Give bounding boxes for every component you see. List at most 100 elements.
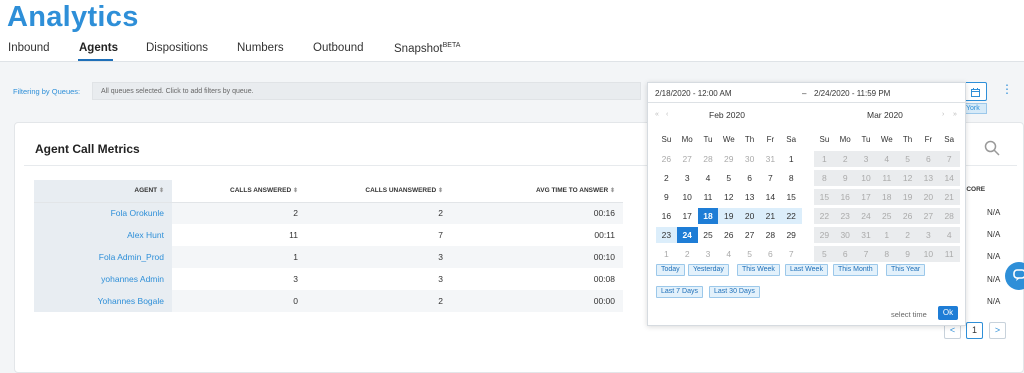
weekday-label: Th [744, 135, 755, 144]
tab-agents[interactable]: Agents [79, 42, 118, 54]
select-time-link[interactable]: select time [891, 310, 927, 319]
next-year-icon[interactable]: » [953, 111, 957, 118]
calendar-day[interactable]: 13 [739, 189, 760, 205]
calendar-day[interactable]: 17 [677, 208, 698, 224]
agent-link[interactable]: yohannes Admin [34, 268, 172, 290]
calendar-day[interactable]: 18 [697, 208, 719, 224]
column-header-avg-time[interactable]: AVG TIME TO ANSWER ⬍ [451, 180, 623, 203]
calendar-day[interactable]: 27 [677, 151, 698, 167]
agent-link[interactable]: Fola Orokunle [34, 202, 172, 224]
calendar-day[interactable]: 29 [718, 151, 739, 167]
pager-next-button[interactable]: > [989, 322, 1006, 339]
calendar-day[interactable]: 4 [698, 170, 719, 186]
tab-snapshot[interactable]: SnapshotBETA [394, 42, 460, 55]
calendar-day[interactable]: 21 [759, 208, 781, 224]
kebab-icon[interactable]: ⋮ [1001, 83, 1013, 95]
calendar-day[interactable]: 11 [698, 189, 719, 205]
calendar-day[interactable]: 24 [676, 227, 698, 243]
calendar-day[interactable]: 12 [718, 189, 739, 205]
calendar-day[interactable]: 6 [760, 246, 781, 262]
calendar-day[interactable]: 2 [656, 170, 677, 186]
calendar-day[interactable]: 19 [718, 208, 740, 224]
quick-range-yesterday[interactable]: Yesterday [688, 264, 729, 276]
search-icon[interactable] [984, 140, 1000, 156]
quick-range-this-month[interactable]: This Month [833, 264, 878, 276]
calendar-day: 6 [917, 151, 939, 167]
calendar-day: 31 [855, 227, 877, 243]
calendar-day[interactable]: 3 [698, 246, 719, 262]
calendar-day: 20 [917, 189, 939, 205]
prev-month-icon[interactable]: ‹ [666, 111, 668, 118]
tab-dispositions[interactable]: Dispositions [146, 42, 208, 54]
date-range-button[interactable] [963, 82, 987, 101]
queue-filter-input[interactable]: All queues selected. Click to add filter… [92, 82, 641, 100]
column-header-calls-answered[interactable]: CALLS ANSWERED ⬍ [172, 180, 306, 203]
agent-link[interactable]: Alex Hunt [34, 224, 172, 246]
avg-time-cell: 00:16 [451, 202, 623, 224]
weekday-label: Mo [681, 135, 693, 144]
quick-range-this-year[interactable]: This Year [886, 264, 926, 276]
start-date-input[interactable]: 2/18/2020 - 12:00 AM [655, 89, 732, 98]
column-header-calls-unanswered[interactable]: CALLS UNANSWERED ⬍ [306, 180, 451, 203]
quick-range-last-30-days[interactable]: Last 30 Days [709, 286, 760, 298]
timezone-badge[interactable]: York [963, 103, 987, 114]
table-row: Fola Orokunle 2 2 00:16 [34, 202, 623, 224]
column-header-agent[interactable]: AGENT ⬍ [34, 180, 172, 203]
calendar-day[interactable]: 7 [760, 170, 781, 186]
calendar-day[interactable]: 8 [781, 170, 802, 186]
calendar-day: 24 [855, 208, 877, 224]
quick-range-this-week[interactable]: This Week [737, 264, 780, 276]
calendar-day[interactable]: 10 [677, 189, 698, 205]
calendar-day[interactable]: 6 [739, 170, 760, 186]
calendar-day[interactable]: 1 [656, 246, 677, 262]
queue-filter-label: Filtering by Queues: [13, 87, 81, 96]
tab-outbound[interactable]: Outbound [313, 42, 364, 54]
avg-time-cell: 00:10 [451, 246, 623, 268]
calendar-day: 2 [897, 227, 918, 243]
quick-range-last-week[interactable]: Last Week [785, 264, 828, 276]
calendar-day[interactable]: 4 [718, 246, 739, 262]
table-row: Yohannes Bogale 0 2 00:00 [34, 290, 623, 312]
calendar-day[interactable]: 27 [739, 227, 760, 243]
end-date-input[interactable]: 2/24/2020 - 11:59 PM [814, 89, 890, 98]
avg-time-cell: 00:08 [593, 274, 615, 284]
ok-button[interactable]: Ok [938, 306, 958, 320]
calendar-day[interactable]: 5 [739, 246, 760, 262]
calendar-day[interactable]: 31 [760, 151, 781, 167]
calendar-day[interactable]: 26 [656, 151, 677, 167]
calendar-day[interactable]: 15 [781, 189, 802, 205]
calendar-day: 16 [834, 189, 856, 205]
agent-link[interactable]: Fola Admin_Prod [34, 246, 172, 268]
calendar-day[interactable]: 5 [718, 170, 739, 186]
calendar-day[interactable]: 30 [739, 151, 760, 167]
calendar-day[interactable]: 1 [781, 151, 802, 167]
calendar-day[interactable]: 2 [677, 246, 698, 262]
quick-range-today[interactable]: Today [656, 264, 685, 276]
calendar-day[interactable]: 14 [760, 189, 781, 205]
pager-page-1[interactable]: 1 [966, 322, 983, 339]
calendar-day[interactable]: 26 [718, 227, 739, 243]
calendar-day: 5 [814, 246, 835, 262]
prev-year-icon[interactable]: « [655, 111, 659, 118]
calendar-day[interactable]: 3 [677, 170, 698, 186]
calendar-day[interactable]: 28 [760, 227, 781, 243]
calendar-day[interactable]: 9 [656, 189, 677, 205]
calendar-day: 7 [855, 246, 877, 262]
weekday-label: Su [819, 135, 830, 144]
calendar-day[interactable]: 28 [698, 151, 719, 167]
tab-numbers[interactable]: Numbers [237, 42, 284, 54]
calendar-day[interactable]: 23 [656, 227, 677, 243]
calendar-day[interactable]: 16 [656, 208, 677, 224]
calendar-day: 7 [938, 151, 960, 167]
calendar-day[interactable]: 29 [781, 227, 802, 243]
calls-unanswered-cell: 7 [438, 230, 443, 240]
calendar-day[interactable]: 20 [739, 208, 760, 224]
calendar-day[interactable]: 25 [698, 227, 719, 243]
calendar-day[interactable]: 22 [780, 208, 802, 224]
tab-inbound[interactable]: Inbound [8, 42, 50, 54]
calendar-day: 23 [834, 208, 856, 224]
calendar-day[interactable]: 7 [781, 246, 802, 262]
quick-range-last-7-days[interactable]: Last 7 Days [656, 286, 703, 298]
next-month-icon[interactable]: › [942, 111, 944, 118]
agent-link[interactable]: Yohannes Bogale [34, 290, 172, 312]
